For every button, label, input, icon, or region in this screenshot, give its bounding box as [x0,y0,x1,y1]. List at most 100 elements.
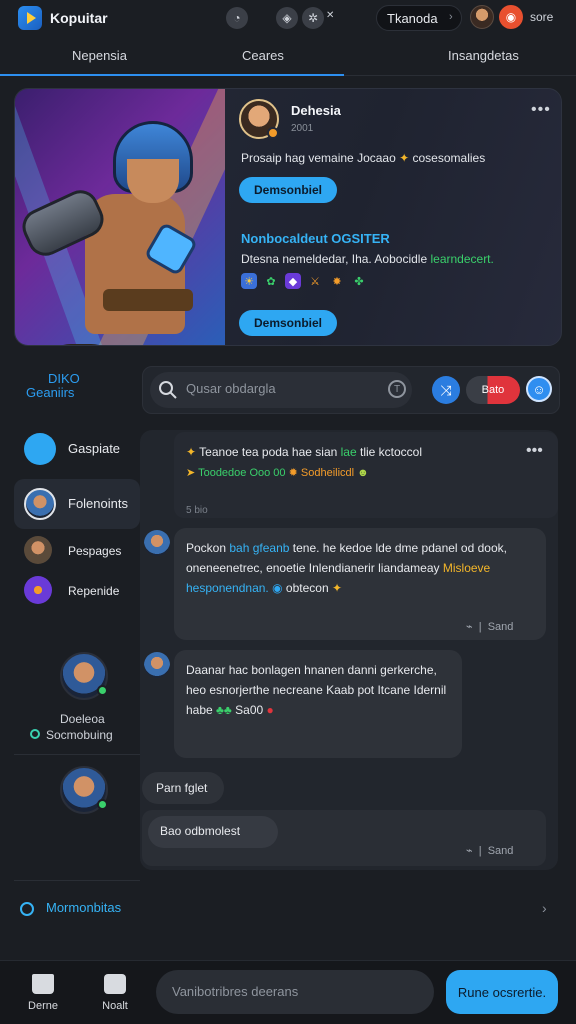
sword-icon[interactable]: ⚔ [307,273,323,289]
sidebar-item-second[interactable]: Folenoints [14,479,140,529]
message-text: Parn fglet [156,781,208,795]
sidebar-title: DIKO Geaniirs [26,371,80,400]
emoji-icon[interactable]: ☺ [526,376,552,402]
hero-description: Prosaip hag vemaine Jocaao ✦ cosesomalie… [241,151,486,165]
info-icon [20,902,34,916]
reply-label: Bao odbmolest [160,824,241,838]
user-selector[interactable]: Tkanoda › [376,5,462,31]
nav-label: Noalt [102,1000,128,1012]
chevron-right-icon[interactable]: › [542,900,547,916]
message-line: Daanar hac bonlagen hnanen danni gerkerc… [186,663,437,677]
message-bubble[interactable]: Parn fglet [142,772,224,804]
badge-icon: ● [266,703,274,717]
sidebar-item-label: Folenoints [68,496,128,511]
sun-icon[interactable]: ☀ [241,273,257,289]
status-icon [30,729,40,739]
globe-icon: ◉ [272,581,283,595]
reply-meta: ⌁ | Sand [466,845,514,857]
arrow-icon: ➤ [186,467,199,479]
clover-icon[interactable]: ✤ [351,273,367,289]
post-time: 5 bio [186,505,208,516]
home-icon [32,974,54,994]
notification-icon[interactable]: ◉ [499,5,523,29]
app-title: Kopuitar [50,10,108,26]
reply-chip[interactable]: Bao odbmolest [148,816,278,848]
shield-icon[interactable]: ◈ [276,7,298,29]
planet-icon [24,576,52,604]
user-name: Tkanoda [387,11,438,26]
footer-link[interactable]: Mormonbitas [46,900,121,915]
hero-name: Dehesia [291,103,341,118]
settings-icon[interactable]: ✲ [302,7,324,29]
nav-home[interactable]: Derne [18,974,68,1012]
message-line: oneneenetrec, enoetie Inlendianerir lian… [186,561,491,575]
tab-second[interactable]: Ceares [242,48,284,63]
notification-label: sore [530,10,554,24]
spark-icon: ✦ [399,151,413,165]
message-bubble[interactable]: Pockon bah gfeanb tene. he kedoe lde dme… [174,528,546,640]
tab-first[interactable]: Nepensia [72,48,127,63]
hero-subtitle: 2001 [291,123,314,134]
message-meta: ⌁ | Sand [466,621,514,633]
chevron-right-icon: › [449,11,453,23]
close-icon[interactable]: ✕ [326,10,334,21]
gem-icon[interactable]: ◆ [285,273,301,289]
message-line: heo esnorjerthe necreane Kaab pot Itcane… [186,683,447,697]
message-bubble[interactable]: Daanar hac bonlagen hnanen danni gerkerc… [174,650,462,758]
link-icon[interactable]: ⌁ [466,621,473,633]
send-button[interactable]: Rune ocsrertie. [446,970,558,1014]
hero-heading: Nonbocaldeut OGSITER [241,231,390,246]
hero-card: Dehesia 2001 ••• Prosaip hag vemaine Joc… [14,88,562,346]
search-placeholder: Qusar obdargla [186,381,276,396]
hero-secondary-button[interactable]: Demsonbiel [239,310,337,336]
compose-placeholder: Vanibotribres deerans [172,984,299,999]
nav-edit[interactable]: Noalt [90,974,140,1012]
chat-icon[interactable]: ◔ [226,7,248,29]
avatar[interactable] [60,766,108,814]
avatar[interactable] [60,652,108,700]
post-tags: ➤ Toodedoe Ooo 00 ✹ Sodheilicdl ☻ [186,467,369,479]
hero-illustration [15,89,225,345]
divider [14,880,140,881]
shuffle-icon[interactable]: ⤨ [432,376,460,404]
sidebar-item-first[interactable]: Gaspiate [14,424,140,474]
sidebar-item-label: Pespages [68,544,122,558]
hero-primary-button[interactable]: Demsonbiel [239,177,337,203]
hero-avatar[interactable] [239,99,279,139]
emoji-row: ☀ ✿ ◆ ⚔ ✸ ✤ [241,273,367,289]
star-icon[interactable]: ✸ [329,273,345,289]
sidebar-item-label: Gaspiate [68,441,121,456]
nav-label: Derne [28,1000,58,1012]
compass-icon [24,433,56,465]
compose-input[interactable]: Vanibotribres deerans [156,970,434,1014]
link-icon[interactable]: ⌁ [466,845,473,857]
filter-chip[interactable]: Bato [466,376,520,404]
tab-bar: Nepensia Ceares Insangdetas [0,38,576,76]
hero-line: Dtesna nemeldedar, Iha. Aobocidle learnd… [241,252,494,266]
leaf-icon[interactable]: ✿ [263,273,279,289]
divider [14,754,140,755]
profile-name: Doeleoa [60,712,105,726]
message-line: habe ♣♣ Sa00 ● [186,703,274,717]
more-icon[interactable]: ••• [531,101,551,119]
search-icon [159,381,177,399]
message-line: Pockon bah gfeanb tene. he kedoe lde dme… [186,541,507,555]
clear-icon[interactable]: T [388,380,406,398]
post-title: ✦ Teanoe tea poda hae sian lae tlie kcto… [186,445,423,459]
sidebar-item-label: Repenide [68,584,120,598]
profile-status: Socmobuing [46,728,113,742]
more-icon[interactable]: ••• [526,442,543,460]
tab-active-indicator [0,74,344,76]
avatar[interactable] [470,5,494,29]
sidebar-item-fourth[interactable]: Repenide [14,567,140,617]
profile-icon [24,488,56,520]
edit-icon [104,974,126,994]
avatar[interactable] [144,530,170,556]
people-icon [24,536,52,564]
app-logo-icon[interactable] [18,6,42,30]
message-line: hesponendnan. ◉ obtecon ✦ [186,581,343,595]
leaf-icon: ♣♣ [216,703,232,717]
spark-icon: ✦ [331,581,343,595]
avatar[interactable] [144,652,170,678]
tab-third[interactable]: Insangdetas [448,48,519,63]
